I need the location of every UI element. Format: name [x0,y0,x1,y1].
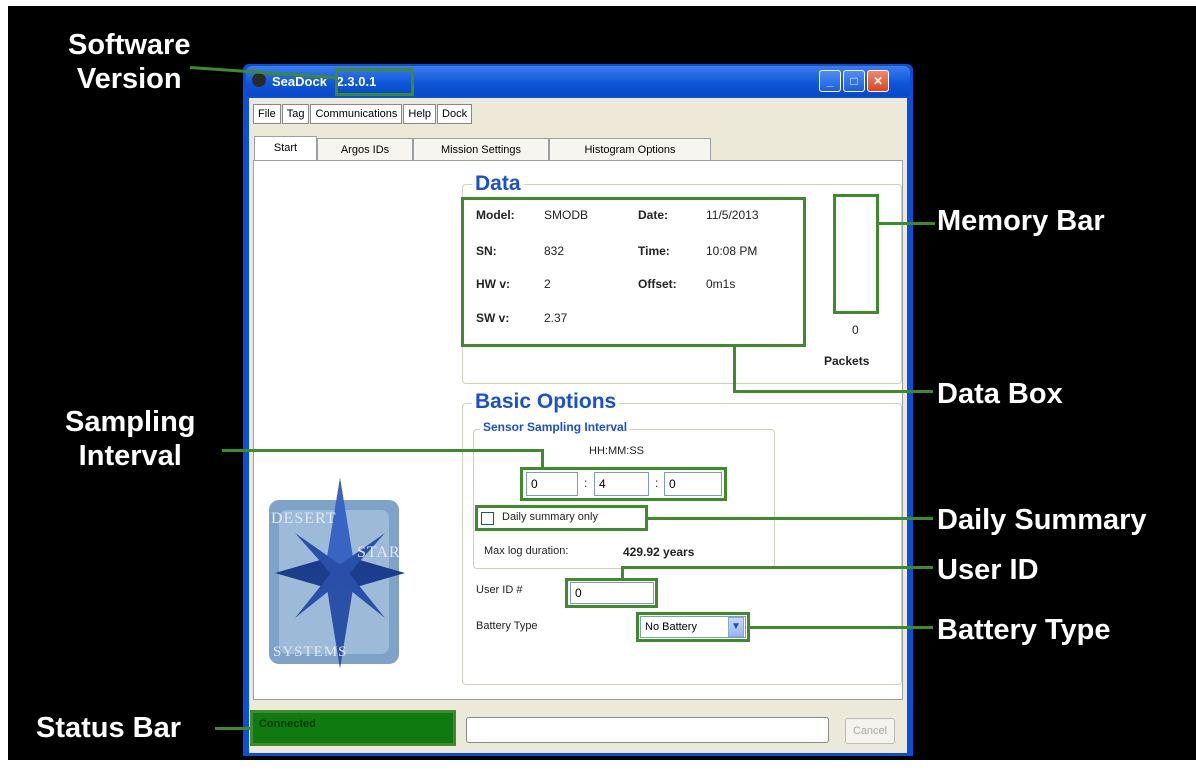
highlight-sampling [520,467,727,501]
menu-communications[interactable]: Communications [310,104,403,124]
basic-options-title: Basic Options [472,390,620,414]
user-id-label: User ID # [476,584,523,596]
close-button[interactable]: ✕ [867,70,889,92]
cancel-button[interactable]: Cancel [845,718,895,744]
highlight-memory-bar [833,194,879,314]
connector-battery [750,626,933,629]
menu-bar: File Tag Communications Help Dock [253,104,473,124]
connector-data-box-v [733,347,736,392]
highlight-status-bar [250,710,456,746]
connector-data-box-h [733,390,933,393]
desert-star-logo: DESERT STAR SYSTEMS [265,478,405,668]
logo-word-systems: SYSTEMS [273,644,348,660]
menu-file[interactable]: File [253,104,281,124]
battery-type-label: Battery Type [476,620,538,632]
time-format-label: HH:MM:SS [589,445,644,457]
callout-software-line1: Software [68,29,191,61]
connector-daily-summary [648,517,933,520]
tab-histogram-options[interactable]: Histogram Options [549,138,711,160]
callout-memory-bar: Memory Bar [937,205,1105,237]
connector-status-bar [215,727,251,730]
connector-sampling-h [222,449,544,452]
max-log-value: 429.92 years [623,545,695,559]
progress-bar [466,717,829,743]
tab-argos-ids[interactable]: Argos IDs [317,138,413,160]
sensor-interval-title: Sensor Sampling Interval [480,420,631,434]
highlight-daily-summary [475,505,648,531]
app-icon [252,73,266,87]
menu-help[interactable]: Help [403,104,437,124]
highlight-data-box [461,197,806,347]
highlight-battery [636,612,750,642]
callout-user-id: User ID [937,554,1039,586]
maximize-button[interactable]: □ [843,70,865,92]
packets-label: Packets [824,354,870,368]
image-border-bottom [0,760,1196,775]
menu-tag[interactable]: Tag [281,104,310,124]
packets-count: 0 [852,323,859,337]
callout-software-line2: Version [76,63,182,95]
data-group-title: Data [472,172,524,196]
image-border-top [0,0,1196,6]
callout-data-box: Data Box [937,378,1063,410]
callout-software-version: Software Version [68,28,190,96]
minimize-button[interactable]: _ [819,70,841,92]
connector-user-id-h [621,566,933,569]
callout-sampling-line2: Interval [78,440,182,472]
connector-sampling-v [541,449,544,469]
image-border-left [0,0,8,775]
tab-start[interactable]: Start [254,136,317,160]
callout-sampling-line1: Sampling [65,406,196,438]
callout-daily-summary: Daily Summary [937,504,1147,536]
logo-word-star: STAR [357,544,401,561]
logo-word-desert: DESERT [271,510,337,527]
connector-memory-bar [879,222,935,225]
highlight-user-id [565,578,658,608]
tab-mission-settings[interactable]: Mission Settings [413,138,549,160]
highlight-version [335,68,414,96]
max-log-label: Max log duration: [484,545,569,557]
callout-sampling-interval: Sampling Interval [65,405,196,473]
callout-status-bar: Status Bar [36,712,182,744]
callout-battery-type: Battery Type [937,614,1111,646]
menu-dock[interactable]: Dock [437,104,473,124]
